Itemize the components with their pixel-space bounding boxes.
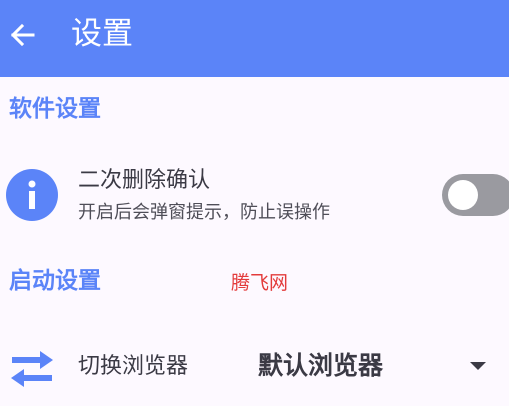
toggle-knob	[448, 180, 478, 210]
browser-select-value: 默认浏览器	[258, 351, 384, 380]
setting-title: 二次删除确认	[78, 168, 211, 193]
page-title: 设置	[71, 16, 133, 52]
app-bar: 设置	[0, 0, 509, 77]
dropdown-arrow-icon	[470, 362, 486, 370]
section-title-startup: 启动设置	[9, 268, 101, 294]
setting-delete-confirm[interactable]: 二次删除确认 开启后会弹窗提示，防止误操作	[0, 162, 509, 232]
section-title-software: 软件设置	[9, 96, 101, 122]
back-button[interactable]	[0, 12, 44, 58]
browser-setting-label: 切换浏览器	[78, 354, 189, 379]
delete-confirm-toggle[interactable]	[442, 174, 509, 216]
arrow-back-icon	[10, 23, 35, 47]
setting-description: 开启后会弹窗提示，防止误操作	[78, 202, 330, 223]
watermark: 腾飞网	[231, 272, 289, 294]
swap-icon	[11, 351, 53, 387]
info-icon	[6, 169, 58, 221]
browser-select[interactable]: 默认浏览器	[258, 340, 498, 390]
